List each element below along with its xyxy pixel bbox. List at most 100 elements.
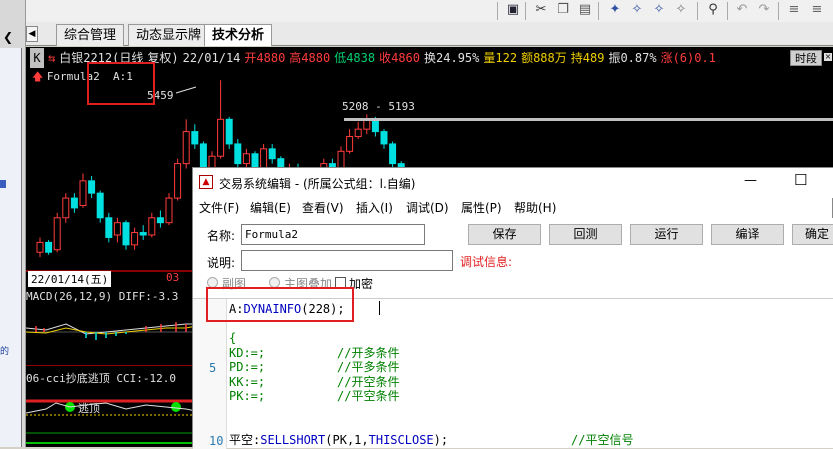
- app-icon: ▲: [199, 175, 213, 189]
- menu-help[interactable]: 帮助(H): [514, 198, 556, 218]
- candle: [36, 237, 44, 258]
- amount: 额888万: [521, 51, 567, 65]
- code-line[interactable]: KK:=; //开空条件: [229, 374, 399, 389]
- toolbar-separator: [778, 2, 779, 20]
- confirm-button[interactable]: 确定: [792, 224, 833, 245]
- code-comment: //平空信号: [571, 432, 634, 447]
- highlight-box-formula: [87, 62, 155, 105]
- menu-debug[interactable]: 调试(D): [406, 198, 449, 218]
- dialog-menubar: 文件(F) 编辑(E) 查看(V) 插入(I) 调试(D) 属性(P) 帮助(H…: [193, 198, 833, 218]
- tab-scroll-left-icon[interactable]: ◀: [26, 26, 38, 42]
- cci-label: 06-cci抄底逃顶 CCI:-12.0: [26, 372, 176, 385]
- candle: [139, 225, 147, 240]
- code-comment: //平多条件: [337, 360, 400, 374]
- desc-field[interactable]: [241, 250, 453, 271]
- line-number: 10: [209, 433, 224, 448]
- code-comment: //开空条件: [337, 374, 400, 389]
- brush-icon[interactable]: ✦: [606, 1, 624, 19]
- undo-icon[interactable]: ↶: [733, 1, 751, 19]
- candle: [234, 139, 242, 169]
- stock-tag[interactable]: K: [30, 48, 44, 68]
- code-text: KD:=;: [229, 345, 266, 360]
- candle: [122, 220, 130, 250]
- outdent-icon[interactable]: ≡: [808, 1, 826, 19]
- backtest-button[interactable]: 回测: [549, 224, 622, 245]
- menu-edit[interactable]: 编辑(E): [250, 198, 291, 218]
- debug-info-label: 调试信息:: [460, 255, 513, 269]
- main-toolbar: ▣ ✂ ❐ ▤ ✦ ✧ ✧ ✧ ⚲ ↶ ↷ ≡ ≡: [0, 0, 833, 22]
- minimize-button[interactable]: —: [744, 173, 757, 188]
- desc-label: 说明:: [207, 256, 236, 270]
- panel-marker: [0, 180, 6, 188]
- candle: [217, 80, 225, 159]
- collapse-arrow-icon[interactable]: ❮: [3, 30, 13, 44]
- volume: 量122: [483, 51, 518, 65]
- code-line[interactable]: 平空:SELLSHORT(PK,1,THISCLOSE); //平空信号: [229, 432, 633, 447]
- code-line[interactable]: PK:=; //平空条件: [229, 389, 399, 403]
- copy-icon[interactable]: ❐: [554, 1, 572, 19]
- period-button[interactable]: 时段: [790, 50, 822, 66]
- code-text: KK:=;: [229, 374, 266, 389]
- indent-icon[interactable]: ≡: [785, 1, 803, 19]
- candle: [354, 121, 362, 139]
- menu-view[interactable]: 查看(V): [302, 198, 344, 218]
- candle: [242, 148, 250, 169]
- candle: [131, 227, 139, 250]
- menu-insert[interactable]: 插入(I): [356, 198, 393, 218]
- candle: [225, 116, 233, 149]
- candle: [53, 212, 61, 253]
- price-label-range: 5208 - 5193: [342, 100, 415, 113]
- turnover: 换24.95%: [424, 51, 480, 65]
- compile-button[interactable]: 编译: [711, 224, 784, 245]
- toolbar-separator: [697, 2, 698, 20]
- find-icon[interactable]: ⚲: [704, 1, 722, 19]
- save-icon[interactable]: ▣: [504, 1, 522, 19]
- candle: [105, 212, 113, 243]
- high-price: 高4880: [289, 51, 331, 65]
- change: 涨(6)0.1: [660, 51, 716, 65]
- tab-dynamic-board[interactable]: 动态显示牌: [128, 24, 210, 46]
- candle: [70, 193, 78, 213]
- close-price: 收4860: [379, 51, 421, 65]
- code-comment: //平空条件: [337, 389, 400, 403]
- code-line[interactable]: KD:=; //开多条件: [229, 345, 399, 360]
- run-button[interactable]: 运行: [630, 224, 703, 245]
- close-icon[interactable]: ×: [824, 53, 832, 61]
- cut-icon[interactable]: ✂: [532, 1, 550, 19]
- code-line[interactable]: {: [229, 332, 236, 344]
- text-cursor: [379, 301, 380, 315]
- line-number: 5: [209, 361, 217, 375]
- low-price: 低4838: [334, 51, 376, 65]
- wand3-icon[interactable]: ✧: [672, 1, 690, 19]
- menu-properties[interactable]: 属性(P): [461, 198, 502, 218]
- code-comment: //开多条件: [337, 345, 400, 360]
- code-text: 平空:SELLSHORT(PK,1,THISCLOSE);: [229, 432, 449, 447]
- highlight-box-code: [206, 287, 354, 322]
- panel-link-icon[interactable]: 的: [0, 344, 9, 357]
- swap-icon[interactable]: ⇆: [48, 51, 55, 65]
- paste-icon[interactable]: ▤: [576, 1, 594, 19]
- code-text: {: [229, 331, 237, 345]
- candle: [113, 217, 121, 243]
- resistance-line: [344, 118, 833, 121]
- maximize-button[interactable]: ☐: [794, 171, 807, 189]
- code-text: PK:=;: [229, 389, 266, 403]
- candle: [148, 212, 156, 238]
- wand-icon[interactable]: ✧: [628, 1, 646, 19]
- save-button[interactable]: 保存: [468, 224, 541, 245]
- candle: [156, 210, 164, 228]
- redo-icon[interactable]: ↷: [755, 1, 773, 19]
- cursor-date: 22/01/14(五): [28, 271, 112, 287]
- cursor-extra: 03: [166, 271, 180, 284]
- menu-file[interactable]: 文件(F): [199, 198, 239, 218]
- tab-overview[interactable]: 综合管理: [56, 24, 125, 46]
- macd-plot: [26, 322, 196, 340]
- code-line[interactable]: PD:=; //平多条件: [229, 361, 399, 373]
- wand2-icon[interactable]: ✧: [650, 1, 668, 19]
- holding: 持489: [570, 51, 605, 65]
- name-field[interactable]: Formula2: [241, 224, 425, 245]
- candle: [389, 141, 397, 169]
- tab-technical-analysis[interactable]: 技术分析: [204, 24, 273, 46]
- candle: [346, 129, 354, 154]
- open-price: 开4880: [244, 51, 286, 65]
